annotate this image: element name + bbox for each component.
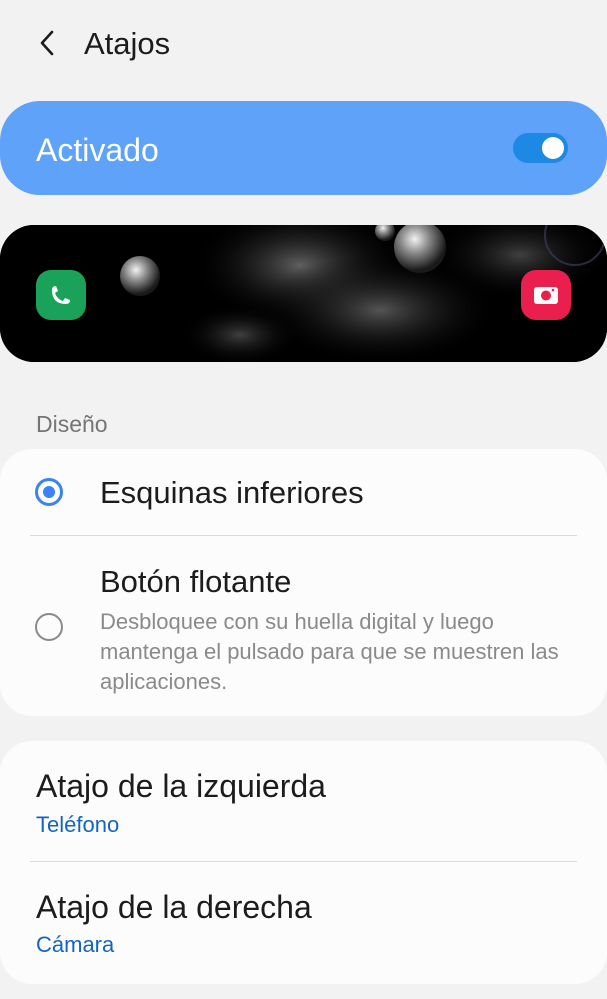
right-shortcut-row[interactable]: Atajo de la derecha Cámara [0,862,607,982]
left-shortcut-phone [36,270,86,320]
radio-boton-flotante[interactable] [35,613,63,641]
right-shortcut-title: Atajo de la derecha [36,889,312,925]
option-boton-flotante-description: Desbloquee con su huella digital y luego… [100,609,559,694]
master-toggle[interactable] [513,133,568,163]
divider [30,535,577,536]
toggle-knob [542,137,564,159]
design-options-card: Esquinas inferiores Botón flotante Desbl… [0,449,607,716]
option-boton-flotante-title[interactable]: Botón flotante [100,563,291,601]
right-shortcut-value: Cámara [36,932,115,957]
left-shortcut-title: Atajo de la izquierda [36,768,326,804]
radio-esquinas-inferiores[interactable] [35,478,63,506]
back-button[interactable] [30,26,64,60]
left-shortcut-row[interactable]: Atajo de la izquierda Teléfono [0,741,607,861]
page-title: Atajos [84,26,171,61]
back-arrow-icon [40,30,54,56]
phone-icon [52,286,70,304]
top-bar: Atajos [0,0,607,88]
lockscreen-preview [0,225,607,362]
camera-icon [534,287,558,304]
left-shortcut-value: Teléfono [36,812,120,837]
shortcuts-card: Atajo de la izquierda Teléfono Atajo de … [0,741,607,984]
design-section-label: Diseño [36,411,108,437]
right-shortcut-camera [521,270,571,320]
master-switch-label: Activado [36,132,159,168]
preview-wallpaper [0,225,607,362]
option-esquinas-inferiores-title[interactable]: Esquinas inferiores [100,474,364,512]
